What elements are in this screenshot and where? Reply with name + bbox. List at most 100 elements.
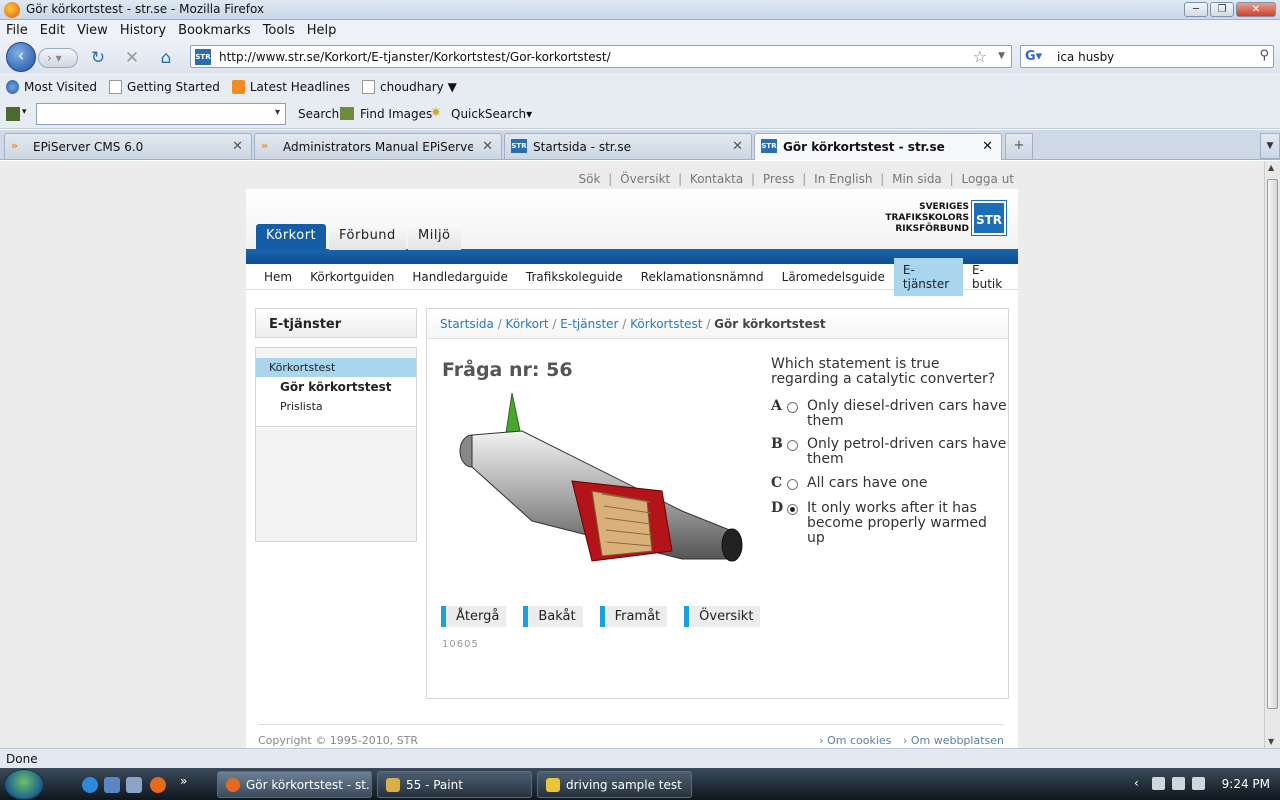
toplink-logga-ut[interactable]: Logga ut bbox=[961, 172, 1014, 186]
taskbar-item-driving-test[interactable]: driving sample test bbox=[537, 771, 692, 798]
bookmark-latest-headlines[interactable]: Latest Headlines bbox=[231, 79, 350, 94]
close-window-button[interactable]: ✕ bbox=[1236, 2, 1276, 17]
toplink-kontakta[interactable]: Kontakta bbox=[690, 172, 743, 186]
main-tab-korkort[interactable]: Körkort bbox=[256, 224, 327, 250]
page-icon bbox=[109, 79, 123, 94]
bookmark-most-visited[interactable]: Most Visited bbox=[6, 79, 97, 94]
tab-list-icon[interactable]: ▼ bbox=[1260, 133, 1280, 159]
new-tab-button[interactable]: + bbox=[1005, 133, 1033, 159]
url-dropdown-icon[interactable]: ▼ bbox=[998, 51, 1005, 61]
option-text: Only petrol-driven cars have them bbox=[807, 436, 1007, 467]
menu-file[interactable]: File bbox=[6, 23, 28, 38]
main-tab-miljo[interactable]: Miljö bbox=[408, 224, 461, 250]
bookmark-choudhary[interactable]: choudhary ▼ bbox=[362, 79, 457, 94]
close-tab-icon[interactable]: ✕ bbox=[732, 139, 743, 154]
reload-icon[interactable]: ↻ bbox=[88, 48, 108, 68]
menu-tools[interactable]: Tools bbox=[263, 23, 295, 38]
quicklaunch-more-icon[interactable]: » bbox=[180, 774, 196, 790]
option-letter: C bbox=[771, 475, 783, 491]
subnav-trafikskoleguide[interactable]: Trafikskoleguide bbox=[517, 265, 632, 289]
bookmark-getting-started[interactable]: Getting Started bbox=[109, 79, 220, 94]
network-icon[interactable] bbox=[1172, 777, 1185, 790]
subnav-e-tjanster[interactable]: E-tjänster bbox=[893, 257, 963, 296]
tab-episerver[interactable]: » EPiServer CMS 6.0 ✕ bbox=[4, 133, 252, 159]
google-icon[interactable]: G▾ bbox=[1025, 49, 1042, 64]
menu-view[interactable]: View bbox=[77, 23, 108, 38]
option-c-radio[interactable] bbox=[787, 479, 798, 490]
main-tab-forbund[interactable]: Förbund bbox=[329, 224, 406, 250]
toplink-in-english[interactable]: In English bbox=[814, 172, 872, 186]
show-desktop-icon[interactable] bbox=[104, 777, 120, 793]
toplink-oversikt[interactable]: Översikt bbox=[620, 172, 670, 186]
option-d-radio[interactable] bbox=[787, 504, 798, 515]
stop-icon[interactable]: ✕ bbox=[122, 48, 142, 68]
menu-history[interactable]: History bbox=[120, 23, 166, 38]
taskbar-item-firefox[interactable]: Gör körkortstest - st... bbox=[217, 771, 372, 798]
subnav-reklamationsnamnd[interactable]: Reklamationsnämnd bbox=[632, 265, 773, 289]
tab-startsida[interactable]: STR Startsida - str.se ✕ bbox=[504, 133, 752, 159]
atergabutton[interactable]: Återgå bbox=[441, 606, 507, 627]
close-tab-icon[interactable]: ✕ bbox=[232, 139, 243, 154]
breadcrumb-korkort[interactable]: Körkort bbox=[506, 317, 549, 331]
subnav-handledarguide[interactable]: Handledarguide bbox=[403, 265, 517, 289]
menu-help[interactable]: Help bbox=[307, 23, 337, 38]
toplink-press[interactable]: Press bbox=[763, 172, 795, 186]
bakat-button[interactable]: Bakåt bbox=[523, 606, 583, 627]
tab-admin-manual[interactable]: » Administrators Manual EPiServer C... ✕ bbox=[254, 133, 502, 159]
tab-gor-korkortstest[interactable]: STR Gör körkortstest - str.se ✕ bbox=[754, 133, 1002, 160]
breadcrumb-e-tjanster[interactable]: E-tjänster bbox=[560, 317, 618, 331]
vertical-scrollbar[interactable]: ▲ ▼ bbox=[1264, 161, 1280, 748]
switch-windows-icon[interactable] bbox=[126, 777, 142, 793]
menu-bookmarks[interactable]: Bookmarks bbox=[178, 23, 251, 38]
framat-button[interactable]: Framåt bbox=[599, 606, 668, 627]
footer-link-om-webbplatsen[interactable]: Om webbplatsen bbox=[903, 734, 1004, 747]
volume-icon[interactable] bbox=[1192, 777, 1205, 790]
scrollbar-thumb[interactable] bbox=[1267, 179, 1278, 709]
toplink-sok[interactable]: Sök bbox=[579, 172, 601, 186]
close-tab-icon[interactable]: ✕ bbox=[482, 139, 493, 154]
breadcrumb-startsida[interactable]: Startsida bbox=[440, 317, 494, 331]
search-input[interactable]: ica husby bbox=[1057, 50, 1114, 64]
start-button[interactable] bbox=[4, 769, 44, 800]
forward-button[interactable]: › ▾ bbox=[38, 48, 78, 68]
footer-link-om-cookies[interactable]: Om cookies bbox=[819, 734, 891, 747]
toolbar-search-button[interactable]: Search bbox=[298, 107, 339, 121]
back-button[interactable]: ‹ bbox=[6, 42, 36, 72]
subnav-laromedelsguide[interactable]: Läromedelsguide bbox=[773, 265, 894, 289]
maximize-button[interactable]: ❐ bbox=[1210, 2, 1234, 17]
quicksearch-button[interactable]: QuickSearch▾ bbox=[451, 107, 532, 121]
film-icon[interactable] bbox=[6, 107, 20, 121]
menu-edit[interactable]: Edit bbox=[40, 23, 65, 38]
sidebar-item-korkortstest[interactable]: Körkortstest bbox=[256, 358, 416, 377]
toolbar-combo-input[interactable] bbox=[36, 103, 286, 125]
option-b-radio[interactable] bbox=[787, 440, 798, 451]
str-logo[interactable]: SVERIGES TRAFIKSKOLORS RIKSFÖRBUND STR bbox=[885, 200, 1007, 236]
clock[interactable]: 9:24 PM bbox=[1222, 777, 1270, 791]
sidebar-item-gor-korkortstest[interactable]: Gör körkortstest bbox=[256, 377, 416, 397]
taskbar-item-paint[interactable]: 55 - Paint bbox=[377, 771, 532, 798]
url-bar[interactable]: STR http://www.str.se/Korkort/E-tjanster… bbox=[190, 45, 1012, 68]
bookmark-star-icon[interactable]: ☆ bbox=[973, 47, 987, 66]
home-icon[interactable]: ⌂ bbox=[156, 48, 176, 68]
sidebar-item-prislista[interactable]: Prislista bbox=[256, 397, 416, 416]
breadcrumb-korkortstest[interactable]: Körkortstest bbox=[630, 317, 702, 331]
option-a-radio[interactable] bbox=[787, 402, 798, 413]
toplink-min-sida[interactable]: Min sida bbox=[892, 172, 942, 186]
close-tab-icon[interactable]: ✕ bbox=[982, 139, 993, 154]
url-text[interactable]: http://www.str.se/Korkort/E-tjanster/Kor… bbox=[219, 50, 611, 64]
subnav-hem[interactable]: Hem bbox=[255, 265, 301, 289]
search-icon[interactable]: ⚲ bbox=[1259, 48, 1269, 63]
toolbar-dropdown-icon[interactable]: ▾ bbox=[22, 107, 27, 117]
ie-icon[interactable] bbox=[82, 777, 98, 793]
scroll-up-icon[interactable]: ▲ bbox=[1268, 163, 1274, 172]
scroll-down-icon[interactable]: ▼ bbox=[1268, 737, 1274, 746]
minimize-button[interactable]: ─ bbox=[1184, 2, 1208, 17]
subnav-e-butik[interactable]: E-butik bbox=[963, 258, 1018, 296]
subnav-korkortguiden[interactable]: Körkortguiden bbox=[301, 265, 403, 289]
find-images-button[interactable]: Find Images bbox=[360, 107, 432, 121]
firefox-quicklaunch-icon[interactable] bbox=[150, 777, 166, 793]
tray-expand-icon[interactable]: ‹ bbox=[1134, 776, 1139, 790]
tray-icon[interactable] bbox=[1152, 777, 1165, 790]
search-bar[interactable]: G▾ ica husby ⚲ bbox=[1020, 45, 1274, 68]
oversikt-button[interactable]: Översikt bbox=[684, 606, 761, 627]
